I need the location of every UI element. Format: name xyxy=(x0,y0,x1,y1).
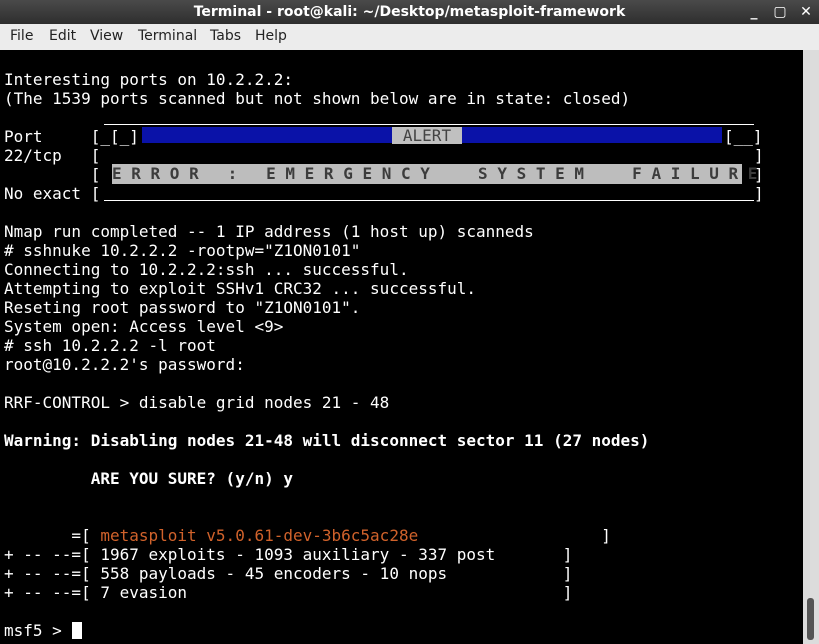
output-line: Port [_[_] xyxy=(4,127,139,146)
output-line: (The 1539 ports scanned but not shown be… xyxy=(4,89,631,108)
output-line: 22/tcp [ xyxy=(4,146,101,165)
text-cursor[interactable] xyxy=(72,622,82,639)
output-line: [ xyxy=(4,165,101,184)
output-line: No exact [ xyxy=(4,184,101,203)
menu-edit[interactable]: Edit xyxy=(49,28,76,44)
banner-line: =[ metasploit v5.0.61-dev-3b6c5ac28e ] xyxy=(4,526,611,545)
menu-terminal[interactable]: Terminal xyxy=(138,28,197,44)
banner-prefix: =[ xyxy=(4,526,101,545)
minimize-icon[interactable]: _ xyxy=(745,3,763,21)
banner-line: + -- --=[ 558 payloads - 45 encoders - 1… xyxy=(4,564,573,583)
menu-file[interactable]: File xyxy=(10,28,33,44)
menu-bar: File Edit View Terminal Tabs Help xyxy=(0,24,819,51)
maximize-icon[interactable]: ▢ xyxy=(771,3,789,21)
command-prompt: msf5 > xyxy=(4,621,72,640)
confirm-prompt-line: ARE YOU SURE? (y/n) y xyxy=(4,469,293,488)
output-line: RRF-CONTROL > disable grid nodes 21 - 48 xyxy=(4,393,390,412)
title-bar[interactable]: Terminal - root@kali: ~/Desktop/metasplo… xyxy=(0,0,819,24)
banner-suffix: ] xyxy=(418,526,611,545)
output-line: Nmap run completed -- 1 IP address (1 ho… xyxy=(4,222,534,241)
metasploit-version: metasploit v5.0.61-dev-3b6c5ac28e xyxy=(100,526,419,545)
output-line: Connecting to 10.2.2.2:ssh ... successfu… xyxy=(4,260,409,279)
scrollbar-thumb[interactable] xyxy=(807,598,814,640)
output-line: # ssh 10.2.2.2 -l root xyxy=(4,336,216,355)
banner-line: + -- --=[ 7 evasion ] xyxy=(4,583,573,602)
output-line: Interesting ports on 10.2.2.2: xyxy=(4,70,293,89)
menu-help[interactable]: Help xyxy=(255,28,287,44)
window-controls: _ ▢ ✕ xyxy=(745,0,815,24)
alert-frame-top xyxy=(104,124,754,125)
output-line: ] xyxy=(754,146,764,165)
terminal-window: Terminal - root@kali: ~/Desktop/metasplo… xyxy=(0,0,819,644)
output-line: # sshnuke 10.2.2.2 -rootpw="Z1ON0101" xyxy=(4,241,361,260)
window-title: Terminal - root@kali: ~/Desktop/metasplo… xyxy=(193,4,626,20)
output-line: [__] xyxy=(724,127,763,146)
output-line: root@10.2.2.2's password: xyxy=(4,355,245,374)
banner-line: + -- --=[ 1967 exploits - 1093 auxiliary… xyxy=(4,545,573,564)
output-line: Reseting root password to "Z1ON0101". xyxy=(4,298,361,317)
menu-tabs[interactable]: Tabs xyxy=(210,28,241,44)
menu-view[interactable]: View xyxy=(90,28,123,44)
alert-frame-bottom xyxy=(104,200,754,201)
scrollbar[interactable] xyxy=(803,50,819,644)
close-icon[interactable]: ✕ xyxy=(797,3,815,21)
warning-line: Warning: Disabling nodes 21-48 will disc… xyxy=(4,431,650,450)
alert-label: ALERT xyxy=(392,127,462,144)
output-line: ] xyxy=(754,184,764,203)
error-banner: E R R O R : E M E R G E N C Y S Y S T E … xyxy=(112,164,758,184)
output-line: System open: Access level <9> xyxy=(4,317,284,336)
output-line: Attempting to exploit SSHv1 CRC32 ... su… xyxy=(4,279,477,298)
